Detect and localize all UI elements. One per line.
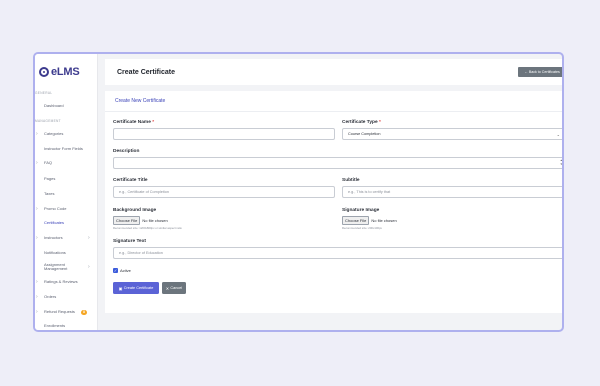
sidebar-item-taxes[interactable]: Taxes bbox=[35, 189, 97, 199]
save-icon: ▣ bbox=[118, 286, 123, 291]
sidebar-item-promo-code[interactable]: › Promo Code bbox=[35, 204, 97, 214]
sidebar-item-pages[interactable]: Pages bbox=[35, 174, 97, 184]
sidebar-item-label: Assignment Management bbox=[44, 261, 68, 271]
chevron-right-icon: › bbox=[36, 309, 38, 315]
sidebar-item-refund-requests[interactable]: › Refund Requests 8 bbox=[35, 307, 97, 317]
chevron-right-icon: › bbox=[36, 279, 38, 285]
page-title: Create Certificate bbox=[117, 69, 175, 76]
certificate-title-input[interactable]: e.g., Certificate of Completion bbox=[113, 186, 335, 198]
sidebar-item-ratings-reviews[interactable]: › Ratings & Reviews bbox=[35, 277, 97, 287]
chevron-right-icon: › bbox=[36, 235, 38, 241]
arrow-left-icon: ← bbox=[524, 70, 528, 74]
create-certificate-card: Create New Certificate Certificate Name … bbox=[105, 91, 562, 313]
sidebar-item-orders[interactable]: › Orders bbox=[35, 292, 97, 302]
chevron-right-icon: › bbox=[88, 235, 90, 241]
description-label: Description bbox=[113, 149, 140, 154]
active-checkbox[interactable]: ✓ Active bbox=[113, 268, 131, 273]
certificate-name-input[interactable] bbox=[113, 128, 335, 140]
sidebar-item-certificates[interactable]: Certificates bbox=[35, 218, 97, 228]
logo[interactable]: eLMS bbox=[39, 66, 80, 78]
chevron-right-icon: › bbox=[36, 160, 38, 166]
sidebar-item-label: Dashboard bbox=[44, 102, 64, 108]
sidebar-item-label: Taxes bbox=[44, 190, 55, 196]
sidebar-item-label: Ratings & Reviews bbox=[44, 278, 78, 284]
description-textarea[interactable]: ▴ ▾ bbox=[113, 157, 562, 169]
resize-arrows-icon: ▴ ▾ bbox=[560, 158, 562, 166]
app-window: eLMS General Dashboard Management › Cate… bbox=[33, 52, 564, 332]
sidebar-item-label: Promo Code bbox=[44, 205, 67, 211]
sidebar-item-categories[interactable]: › Categories bbox=[35, 129, 97, 139]
certificate-type-value: Course Completion bbox=[348, 132, 381, 136]
sidebar-item-enrollments[interactable]: Enrollments bbox=[35, 321, 97, 330]
sidebar-item-dashboard[interactable]: Dashboard bbox=[35, 101, 97, 111]
subtitle-input[interactable]: e.g., This is to certify that bbox=[342, 186, 562, 198]
signature-text-label: Signature Text bbox=[113, 239, 146, 244]
cancel-button[interactable]: ✕ Cancel bbox=[162, 282, 186, 294]
signature-text-input[interactable]: e.g., Director of Education bbox=[113, 247, 562, 259]
signature-image-hint: Recommended size: 200x100px bbox=[342, 226, 382, 230]
sidebar-item-instructors[interactable]: › Instructors › bbox=[35, 233, 97, 243]
chevron-right-icon: › bbox=[36, 294, 38, 300]
back-button-label: Back to Certificates bbox=[528, 70, 560, 74]
chevron-right-icon: › bbox=[88, 264, 90, 270]
sidebar-item-notifications[interactable]: Notifications bbox=[35, 248, 97, 258]
sidebar-section-management: Management bbox=[35, 119, 61, 123]
sidebar-item-label: Pages bbox=[44, 175, 56, 181]
close-icon: ✕ bbox=[165, 286, 169, 291]
create-certificate-button[interactable]: ▣ Create Certificate bbox=[113, 282, 159, 294]
sidebar-item-label: Orders bbox=[44, 293, 57, 299]
background-image-file[interactable]: Choose File No file chosen bbox=[113, 216, 168, 225]
active-label: Active bbox=[120, 268, 131, 273]
sidebar-item-assignment-management[interactable]: Assignment Management › bbox=[35, 262, 97, 272]
background-image-label: Background Image bbox=[113, 208, 157, 213]
chevron-down-icon: ⌄ bbox=[556, 132, 560, 137]
back-to-certificates-button[interactable]: ← Back to Certificates bbox=[518, 67, 562, 77]
chevron-right-icon: › bbox=[36, 206, 38, 212]
signature-file-status: No file chosen bbox=[371, 218, 397, 223]
sidebar: eLMS General Dashboard Management › Cate… bbox=[35, 54, 98, 330]
background-choose-file-button[interactable]: Choose File bbox=[113, 216, 141, 225]
subtitle-label: Subtitle bbox=[342, 178, 360, 183]
signature-image-label: Signature Image bbox=[342, 208, 380, 213]
chevron-right-icon: › bbox=[36, 131, 38, 137]
certificate-title-label: Certificate Title bbox=[113, 178, 148, 183]
sidebar-item-label: Categories bbox=[44, 130, 64, 136]
signature-choose-file-button[interactable]: Choose File bbox=[342, 216, 370, 225]
sidebar-item-label: FAQ bbox=[44, 159, 53, 165]
refund-count-badge: 8 bbox=[81, 309, 87, 315]
logo-icon bbox=[39, 67, 49, 77]
certificate-name-label: Certificate Name * bbox=[113, 120, 155, 125]
sidebar-section-general: General bbox=[35, 91, 53, 95]
card-header: Create New Certificate bbox=[105, 91, 562, 112]
background-image-hint: Recommended size: 1200x800px or similar … bbox=[113, 226, 182, 230]
sidebar-item-label: Refund Requests bbox=[44, 308, 75, 314]
sidebar-item-label: Instructors bbox=[44, 234, 63, 240]
checkmark-icon: ✓ bbox=[113, 268, 118, 273]
signature-image-file[interactable]: Choose File No file chosen bbox=[342, 216, 397, 225]
sidebar-item-label: Enrollments bbox=[44, 322, 66, 328]
logo-text: eLMS bbox=[51, 66, 80, 78]
sidebar-item-label: Instructor Form Fields bbox=[44, 145, 83, 151]
certificate-type-label: Certificate Type * bbox=[342, 120, 381, 125]
sidebar-item-label: Certificates bbox=[44, 219, 65, 225]
certificate-type-select[interactable]: Course Completion ⌄ bbox=[342, 128, 562, 140]
page-header: Create Certificate ← Back to Certificate… bbox=[105, 59, 562, 85]
sidebar-item-faq[interactable]: › FAQ bbox=[35, 158, 97, 168]
sidebar-item-label: Notifications bbox=[44, 249, 66, 255]
sidebar-item-instructor-form-fields[interactable]: Instructor Form Fields bbox=[35, 144, 97, 154]
card-title: Create New Certificate bbox=[115, 98, 166, 104]
background-file-status: No file chosen bbox=[142, 218, 168, 223]
create-button-label: Create Certificate bbox=[123, 286, 154, 290]
cancel-button-label: Cancel bbox=[170, 286, 183, 290]
